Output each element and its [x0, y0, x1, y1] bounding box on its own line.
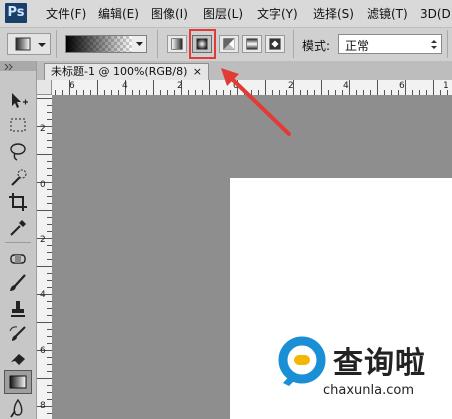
ruler-left-label: 0 — [40, 180, 46, 190]
history-brush-tool[interactable] — [7, 323, 29, 345]
linear-gradient-icon — [171, 38, 183, 50]
document-tab[interactable]: 未标题-1 @ 100%(RGB/8) × — [44, 63, 209, 80]
gradient-tool-icon — [15, 37, 46, 51]
mode-label: 模式: — [302, 39, 331, 53]
gradient-tool-icon — [9, 375, 27, 389]
gradient-swatch — [66, 36, 146, 52]
highlight-box — [189, 29, 216, 59]
ruler-top-label: 6 — [69, 81, 75, 91]
gradient-tool[interactable] — [4, 370, 32, 394]
ruler-left-label: 4 — [40, 290, 46, 300]
ruler-top-label: 4 — [343, 81, 349, 91]
document-tab-title: 未标题-1 @ 100%(RGB/8) — [51, 65, 188, 78]
watermark-url: chaxunla.com — [323, 383, 414, 398]
reflected-gradient-button[interactable] — [242, 35, 262, 53]
lasso-tool-icon — [10, 143, 26, 161]
menu-select[interactable]: 选择(S) — [313, 6, 354, 22]
ruler-origin[interactable] — [37, 80, 52, 95]
watermark-logo: 查询啦 chaxunla.com — [275, 336, 451, 402]
stamp-icon — [11, 301, 25, 317]
ruler-left-label: 6 — [40, 346, 46, 356]
eraser-tool[interactable] — [7, 347, 29, 369]
crop-tool[interactable] — [7, 191, 29, 213]
ruler-left-ticks — [37, 98, 52, 414]
eraser-icon — [11, 354, 25, 365]
linear-gradient-button[interactable] — [167, 35, 187, 53]
eyedropper-tool[interactable] — [7, 217, 29, 239]
ruler-left-label: 2 — [40, 235, 46, 245]
ruler-top-label: 2 — [177, 81, 183, 91]
angle-gradient-icon — [223, 38, 235, 50]
ruler-left-label: 8 — [40, 401, 46, 411]
close-tab-icon[interactable]: × — [193, 64, 202, 80]
ruler-top-label: 4 — [122, 81, 128, 91]
crop-tool-icon — [9, 193, 27, 211]
menu-3d[interactable]: 3D(D) — [420, 6, 452, 22]
blur-icon — [10, 398, 23, 418]
quick-selection-tool[interactable] — [7, 166, 29, 188]
healing-brush-tool[interactable] — [7, 248, 29, 270]
menu-type[interactable]: 文字(Y) — [257, 6, 298, 22]
brush-tool[interactable] — [7, 272, 29, 294]
marquee-tool-icon — [10, 118, 26, 132]
ruler-top-label: 6 — [399, 81, 405, 91]
marquee-tool[interactable] — [7, 114, 29, 136]
ruler-left: 2 0 2 4 6 8 — [37, 95, 53, 419]
diamond-gradient-button[interactable] — [265, 35, 285, 53]
menu-layer[interactable]: 图层(L) — [203, 6, 243, 22]
ruler-top-label: 1 — [443, 81, 449, 91]
magic-wand-icon — [11, 169, 27, 186]
select-arrows-icon — [431, 40, 437, 49]
divider — [5, 242, 31, 243]
angle-gradient-button[interactable] — [219, 35, 239, 53]
tools-panel-header[interactable] — [0, 61, 36, 71]
annotation-arrow-icon — [221, 68, 291, 136]
menu-image[interactable]: 图像(I) — [151, 6, 188, 22]
brush-icon — [10, 274, 26, 291]
lasso-tool[interactable] — [7, 140, 29, 162]
mode-select[interactable]: 正常 — [338, 34, 442, 54]
move-tool[interactable] — [7, 90, 29, 112]
gradient-picker[interactable] — [65, 35, 147, 53]
diamond-gradient-icon — [269, 38, 281, 50]
eyedropper-icon — [10, 220, 26, 236]
menu-file[interactable]: 文件(F) — [46, 6, 86, 22]
menu-edit[interactable]: 编辑(E) — [98, 6, 139, 22]
tool-preset-picker[interactable] — [7, 33, 51, 55]
search-q-logo-icon — [278, 336, 326, 386]
ruler-left-label: 2 — [40, 124, 46, 134]
divider — [293, 30, 294, 58]
photoshop-logo: Ps — [5, 3, 27, 23]
mode-value: 正常 — [345, 39, 370, 53]
divider — [157, 30, 158, 58]
bandage-icon — [10, 254, 26, 264]
blur-tool[interactable] — [7, 397, 29, 419]
watermark-brand: 查询啦 — [333, 346, 426, 381]
collapse-icon — [4, 63, 13, 71]
clone-stamp-tool[interactable] — [7, 298, 29, 320]
history-brush-icon — [9, 326, 26, 341]
menu-filter[interactable]: 滤镜(T) — [367, 6, 408, 22]
move-tool-icon — [12, 93, 28, 108]
divider — [447, 30, 448, 58]
reflected-gradient-icon — [246, 38, 258, 50]
divider — [56, 30, 57, 58]
